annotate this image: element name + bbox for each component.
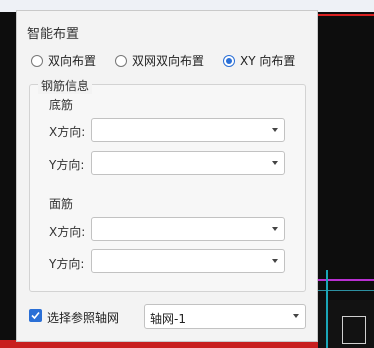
smart-layout-panel: 智能布置 双向布置 双网双向布置 XY 向布置 钢筋信息 底筋 X方向: Y方向… xyxy=(16,10,318,342)
y-direction-label: Y方向: xyxy=(49,257,85,271)
radio-icon[interactable] xyxy=(31,54,43,67)
bottom-x-select[interactable] xyxy=(91,118,285,142)
chevron-down-icon xyxy=(293,314,299,318)
radio-selected-icon[interactable] xyxy=(223,54,235,67)
y-direction-label: Y方向: xyxy=(49,158,85,172)
chevron-down-icon xyxy=(272,161,278,165)
bottom-rebar-label: 底筋 xyxy=(49,98,74,112)
top-x-select[interactable] xyxy=(91,217,285,241)
group-title: 钢筋信息 xyxy=(38,77,93,94)
ref-grid-value: 轴网-1 xyxy=(150,312,186,326)
rebar-info-group: 钢筋信息 底筋 X方向: Y方向: 面筋 X方向: Y方向: xyxy=(29,77,306,292)
radio-label: XY 向布置 xyxy=(240,54,296,68)
chevron-down-icon xyxy=(272,128,278,132)
x-direction-label: X方向: xyxy=(49,225,86,239)
cad-red-line xyxy=(318,14,374,16)
top-y-select[interactable] xyxy=(91,249,285,273)
radio-xy[interactable]: XY 向布置 xyxy=(223,52,295,69)
x-direction-label: X方向: xyxy=(49,125,86,139)
radio-double-net[interactable]: 双网双向布置 xyxy=(115,52,204,69)
ref-grid-checkbox[interactable] xyxy=(29,309,42,322)
radio-icon[interactable] xyxy=(115,54,127,67)
chevron-down-icon xyxy=(272,227,278,231)
cad-rect xyxy=(342,316,366,344)
radio-label: 双网双向布置 xyxy=(132,54,205,68)
cad-vertical-line xyxy=(326,270,328,348)
ref-grid-select[interactable]: 轴网-1 xyxy=(144,304,306,329)
panel-title: 智能布置 xyxy=(27,27,80,42)
chevron-down-icon xyxy=(272,259,278,263)
check-icon xyxy=(31,311,40,320)
radio-two-way[interactable]: 双向布置 xyxy=(31,52,96,69)
top-rebar-label: 面筋 xyxy=(49,197,74,211)
ref-grid-label: 选择参照轴网 xyxy=(47,311,120,325)
radio-label: 双向布置 xyxy=(48,54,97,68)
bottom-y-select[interactable] xyxy=(91,151,285,175)
